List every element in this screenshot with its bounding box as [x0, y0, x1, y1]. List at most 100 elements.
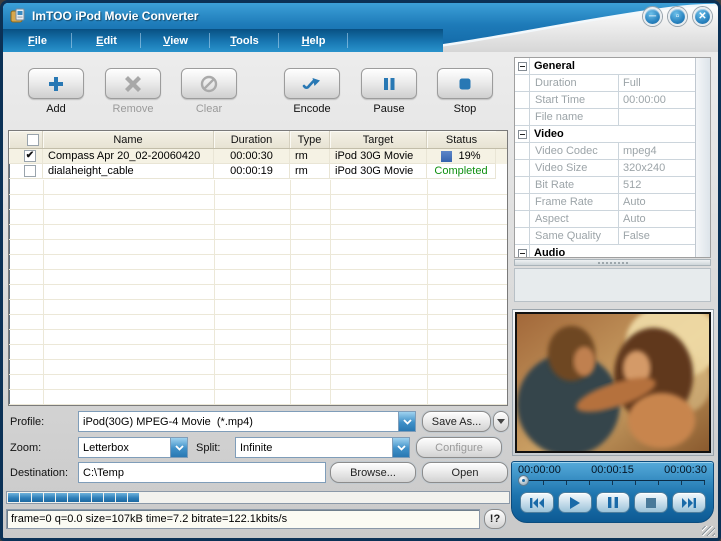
main-body: Add Remove Clear Encode Pause Stop Name [3, 52, 718, 538]
add-button[interactable]: Add [28, 68, 84, 115]
status-text: frame=0 q=0.0 size=107kB time=7.2 bitrat… [11, 513, 287, 525]
column-header-target[interactable]: Target [330, 131, 427, 148]
column-header-status[interactable]: Status [427, 131, 496, 148]
resize-grip[interactable] [702, 526, 715, 536]
property-row[interactable]: Duration Full [515, 75, 695, 92]
property-row[interactable]: Same Quality False [515, 228, 695, 245]
section-audio: Audio [515, 245, 695, 258]
row-checkbox[interactable] [24, 165, 36, 177]
time-middle: 00:00:15 [591, 464, 634, 476]
menu-help[interactable]: Help [279, 29, 348, 52]
chevron-down-icon [170, 438, 187, 457]
property-row[interactable]: Video Codec mpeg4 [515, 143, 695, 160]
previous-button[interactable] [520, 492, 554, 513]
zoom-select[interactable]: Letterbox [78, 437, 188, 458]
property-row[interactable]: Frame Rate Auto [515, 194, 695, 211]
file-type: rm [290, 149, 330, 164]
help-button-label: !? [490, 513, 500, 525]
pause-label: Pause [361, 103, 417, 115]
column-type-label: Type [298, 134, 322, 146]
file-list: Name Duration Type Target Status Compass… [8, 130, 508, 406]
menu-view[interactable]: View [141, 29, 210, 52]
collapse-icon[interactable] [518, 62, 527, 71]
prop-value: 512 [619, 177, 695, 193]
property-row[interactable]: Bit Rate 512 [515, 177, 695, 194]
property-row[interactable]: File name [515, 109, 695, 126]
next-button[interactable] [672, 492, 706, 513]
properties-scrollbar[interactable] [695, 58, 710, 257]
remove-label: Remove [105, 103, 161, 115]
encode-icon [301, 75, 323, 93]
column-header-type[interactable]: Type [290, 131, 330, 148]
prop-label: Video Size [530, 160, 619, 176]
seek-handle[interactable] [518, 475, 529, 486]
properties-grid: General Duration Full Start Time 00:00:0… [514, 57, 711, 258]
add-label: Add [28, 103, 84, 115]
close-button[interactable]: ✕ [693, 7, 712, 26]
property-row[interactable]: Video Size 320x240 [515, 160, 695, 177]
prop-label: Duration [530, 75, 619, 91]
player-pause-button[interactable] [596, 492, 630, 513]
row-checkbox[interactable] [24, 150, 36, 162]
destination-row: Destination: C:\Temp Browse... Open [10, 462, 510, 483]
table-row[interactable]: Compass Apr 20_02-20060420 00:00:30 rm i… [9, 149, 507, 164]
seek-slider[interactable] [518, 477, 707, 487]
clear-icon [200, 75, 218, 93]
destination-input[interactable]: C:\Temp [78, 462, 326, 483]
clear-button[interactable]: Clear [181, 68, 237, 115]
configure-button[interactable]: Configure [416, 437, 502, 458]
column-header-duration[interactable]: Duration [214, 131, 290, 148]
open-button[interactable]: Open [422, 462, 508, 483]
remove-icon [124, 75, 142, 93]
profile-row: Profile: iPod(30G) MPEG-4 Movie (*.mp4) … [10, 411, 510, 432]
help-button[interactable]: !? [484, 509, 506, 529]
section-audio-label: Audio [530, 245, 695, 258]
pause-button[interactable]: Pause [361, 68, 417, 115]
profile-select[interactable]: iPod(30G) MPEG-4 Movie (*.mp4) [78, 411, 416, 432]
encode-button[interactable]: Encode [284, 68, 340, 115]
maximize-button[interactable]: ▫ [668, 7, 687, 26]
property-row[interactable]: Start Time 00:00:00 [515, 92, 695, 109]
column-duration-label: Duration [231, 134, 273, 146]
select-all-checkbox[interactable] [27, 134, 39, 146]
video-preview-image [517, 314, 709, 451]
add-icon [47, 75, 65, 93]
browse-label: Browse... [350, 467, 396, 479]
collapse-icon[interactable] [518, 249, 527, 258]
property-row[interactable]: Aspect Auto [515, 211, 695, 228]
section-video-label: Video [530, 126, 695, 142]
file-list-empty-grid [9, 180, 507, 405]
video-preview-frame [512, 309, 714, 456]
browse-button[interactable]: Browse... [330, 462, 416, 483]
section-general: General [515, 58, 695, 75]
save-as-button[interactable]: Save As... [422, 411, 491, 432]
stop-button[interactable]: Stop [437, 68, 493, 115]
menu-tools[interactable]: Tools [210, 29, 279, 52]
column-header-name[interactable]: Name [43, 131, 214, 148]
panel-splitter[interactable] [514, 259, 711, 266]
menu-edit[interactable]: Edit [72, 29, 141, 52]
profile-more-button[interactable] [493, 411, 509, 432]
menu-file-label: File [28, 35, 47, 47]
zoom-value: Letterbox [79, 442, 170, 454]
play-button[interactable] [558, 492, 592, 513]
remove-button[interactable]: Remove [105, 68, 161, 115]
menu-tools-label: Tools [230, 35, 259, 47]
player-stop-button[interactable] [634, 492, 668, 513]
table-row[interactable]: dialaheight_cable 00:00:19 rm iPod 30G M… [9, 164, 507, 179]
collapse-icon[interactable] [518, 130, 527, 139]
minimize-button[interactable]: ─ [643, 7, 662, 26]
prop-value: 320x240 [619, 160, 695, 176]
menu-file[interactable]: File [3, 29, 72, 52]
open-label: Open [452, 467, 479, 479]
prop-value [619, 109, 695, 125]
split-select[interactable]: Infinite [235, 437, 410, 458]
encode-progress-segments [6, 491, 510, 504]
prop-value: mpeg4 [619, 143, 695, 159]
column-status-label: Status [446, 134, 477, 146]
profile-label: Profile: [10, 416, 78, 428]
prop-label: Aspect [530, 211, 619, 227]
destination-label: Destination: [10, 467, 78, 479]
section-video: Video [515, 126, 695, 143]
encode-label: Encode [284, 103, 340, 115]
